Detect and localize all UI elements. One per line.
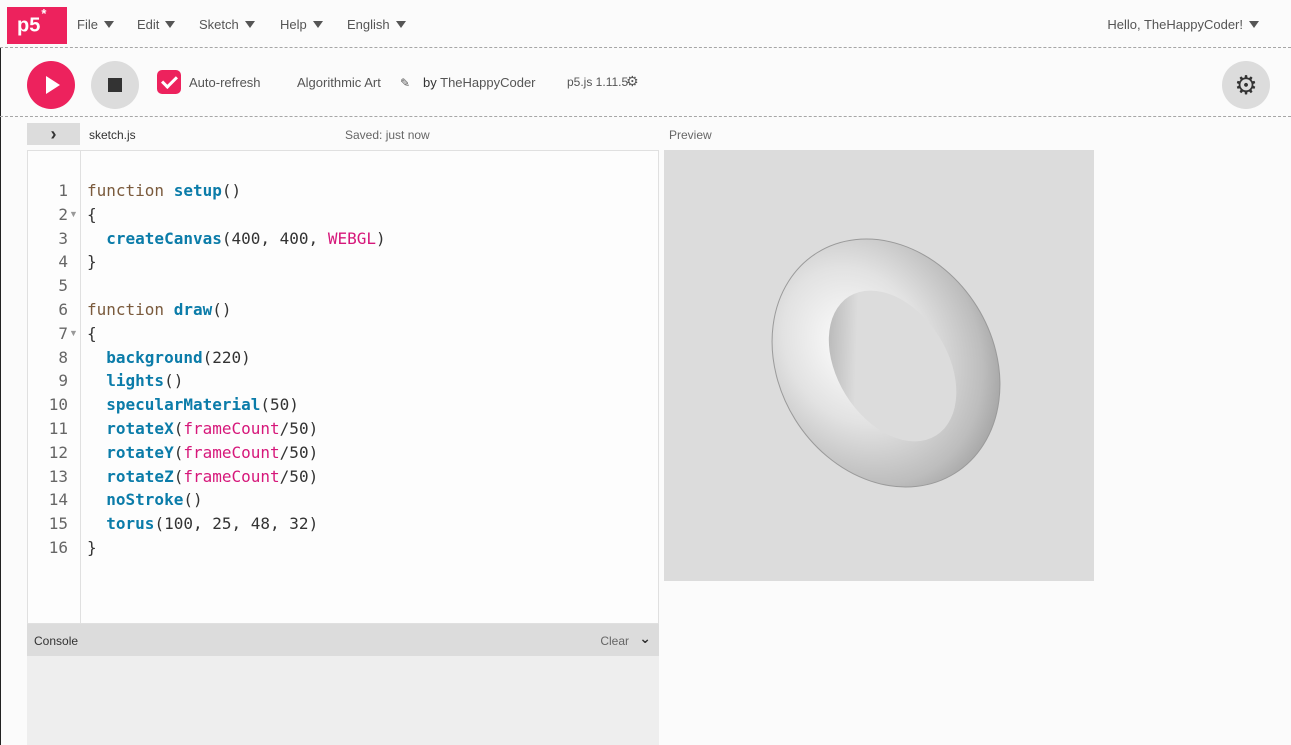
menu-help[interactable]: Help <box>280 17 323 32</box>
line-number: 5 <box>58 276 68 296</box>
line-number: 10 <box>48 395 68 415</box>
console-header: Console Clear ⌄ <box>27 624 659 656</box>
menu-file-label: File <box>77 17 98 32</box>
menu-language-label: English <box>347 17 390 32</box>
top-nav: p5* File Edit Sketch Help English Hello,… <box>0 0 1291 48</box>
line-number: 2 <box>58 204 68 224</box>
logo-text: p5 <box>17 14 41 37</box>
user-menu[interactable]: Hello, TheHappyCoder! <box>1107 17 1259 32</box>
sketch-name[interactable]: Algorithmic Art <box>297 75 381 90</box>
sketch-owner: by TheHappyCoder <box>423 75 536 90</box>
code-line[interactable]: function draw() <box>87 300 232 319</box>
code-line[interactable]: torus(100, 25, 48, 32) <box>87 514 318 533</box>
code-line[interactable]: background(220) <box>87 348 251 367</box>
play-button[interactable] <box>27 61 75 109</box>
code-line[interactable]: { <box>87 205 97 224</box>
console-clear-button[interactable]: Clear <box>600 634 629 648</box>
gear-icon: ⚙ <box>1234 70 1258 100</box>
menu-sketch-label: Sketch <box>199 17 239 32</box>
pencil-icon[interactable]: ✎ <box>400 76 410 90</box>
line-number: 16 <box>48 538 68 557</box>
code-line[interactable]: rotateY(frameCount/50) <box>87 443 318 462</box>
code-line[interactable]: createCanvas(400, 400, WEBGL) <box>87 229 385 248</box>
caret-down-icon <box>165 21 176 28</box>
caret-down-icon <box>244 21 255 28</box>
user-greeting: Hello, TheHappyCoder! <box>1107 17 1243 32</box>
code-line[interactable]: } <box>87 252 97 271</box>
code-line[interactable]: function setup() <box>87 181 241 200</box>
torus-shape <box>771 238 1001 488</box>
line-number: 11 <box>48 419 68 438</box>
file-name: sketch.js <box>89 128 136 142</box>
auto-refresh-label[interactable]: Auto-refresh <box>189 75 261 90</box>
code-line[interactable]: specularMaterial(50) <box>87 395 299 414</box>
line-number: 13 <box>48 466 68 486</box>
code-line[interactable]: } <box>87 538 97 557</box>
owner-link[interactable]: TheHappyCoder <box>440 75 535 90</box>
logo-star: * <box>41 6 47 21</box>
fold-arrow-icon[interactable]: ▼ <box>69 328 78 338</box>
line-number: 3 <box>58 228 68 248</box>
code-line[interactable]: rotateZ(frameCount/50) <box>87 467 318 486</box>
line-number: 12 <box>48 442 68 462</box>
line-number: 4 <box>58 252 68 272</box>
menu-edit-label: Edit <box>137 17 160 32</box>
line-number: 1 <box>58 181 68 200</box>
stop-button[interactable] <box>91 61 139 109</box>
line-number: 14 <box>48 490 68 510</box>
line-number: 6 <box>58 300 68 319</box>
chevron-down-icon[interactable]: ⌄ <box>639 630 651 647</box>
auto-refresh-checkbox[interactable] <box>157 70 181 94</box>
sidebar-toggle-button[interactable]: › <box>27 123 80 145</box>
preview-canvas[interactable] <box>664 150 1094 581</box>
code-line[interactable]: lights() <box>87 371 183 390</box>
save-status: Saved: just now <box>345 128 430 142</box>
line-number: 9 <box>58 371 68 391</box>
preview-label: Preview <box>669 128 712 142</box>
code-editor[interactable]: 1 2 ▼ 3 4 5 6 7 ▼ 8 9 10 11 12 13 14 15 16 function setup… <box>27 150 659 624</box>
menu-file[interactable]: File <box>77 17 114 32</box>
caret-down-icon <box>1249 21 1259 28</box>
code-line[interactable]: rotateX(frameCount/50) <box>87 419 318 438</box>
settings-button[interactable]: ⚙ <box>1222 61 1270 109</box>
caret-down-icon <box>395 21 406 28</box>
line-number: 7 <box>58 323 68 343</box>
p5-logo[interactable]: p5* <box>7 7 67 44</box>
menu-edit[interactable]: Edit <box>137 17 176 32</box>
console-title: Console <box>34 634 79 648</box>
console-output[interactable] <box>27 656 659 745</box>
fold-arrow-icon[interactable]: ▼ <box>69 209 78 219</box>
menu-language[interactable]: English <box>347 17 406 32</box>
caret-down-icon <box>103 21 114 28</box>
code-line[interactable]: noStroke() <box>87 490 202 509</box>
torus-render <box>771 238 1001 488</box>
line-gutter: 1 2 ▼ 3 4 5 6 7 ▼ 8 9 10 11 12 13 14 15 16 <box>28 151 81 623</box>
toolbar: Auto-refresh Algorithmic Art ✎ by TheHap… <box>0 49 1291 117</box>
p5-version[interactable]: p5.js 1.11.5 <box>567 75 628 89</box>
code-line[interactable]: { <box>87 324 97 343</box>
line-number: 8 <box>58 347 68 367</box>
menu-help-label: Help <box>280 17 307 32</box>
chevron-right-icon: › <box>50 123 57 144</box>
menu-sketch[interactable]: Sketch <box>199 17 255 32</box>
line-number: 15 <box>48 514 68 534</box>
caret-down-icon <box>312 21 323 28</box>
by-label: by <box>423 75 437 90</box>
gear-icon[interactable]: ⚙ <box>626 73 639 90</box>
